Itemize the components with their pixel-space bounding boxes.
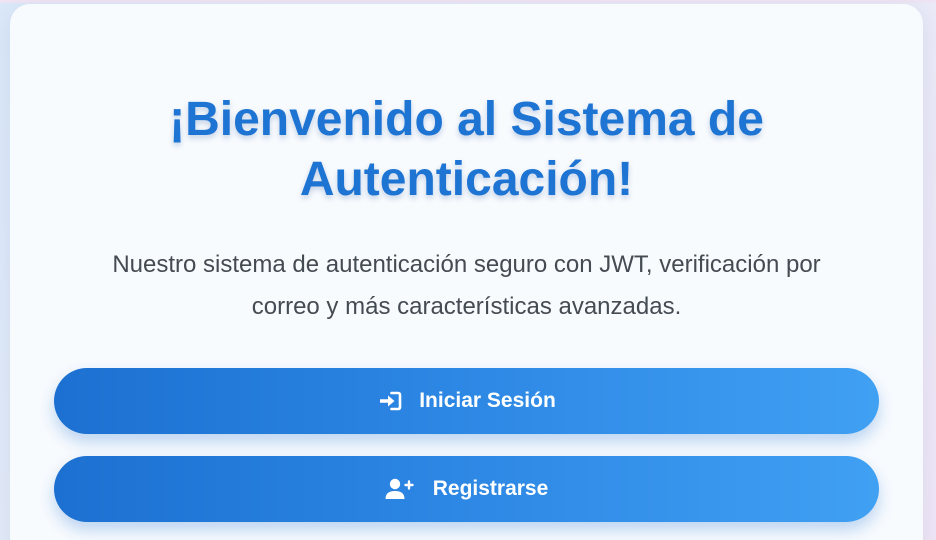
login-button[interactable]: Iniciar Sesión	[54, 368, 879, 434]
register-button-label: Registrarse	[432, 477, 549, 500]
page-title: ¡Bienvenido al Sistema de Autenticación!	[10, 90, 923, 210]
page-description-line2: correo y más características avanzadas.	[251, 293, 682, 320]
user-plus-icon	[385, 478, 415, 500]
sign-in-icon	[377, 390, 403, 412]
page-top-strip	[0, 0, 936, 3]
login-button-label: Iniciar Sesión	[419, 389, 556, 412]
welcome-card: ¡Bienvenido al Sistema de Autenticación!…	[10, 4, 923, 540]
page-description: Nuestro sistema de autenticación seguro …	[50, 244, 883, 328]
page-title-line1: ¡Bienvenido al Sistema de	[169, 93, 764, 146]
register-button[interactable]: Registrarse	[54, 456, 879, 522]
page-title-line2: Autenticación!	[299, 153, 634, 206]
page-description-line1: Nuestro sistema de autenticación seguro …	[112, 251, 821, 278]
